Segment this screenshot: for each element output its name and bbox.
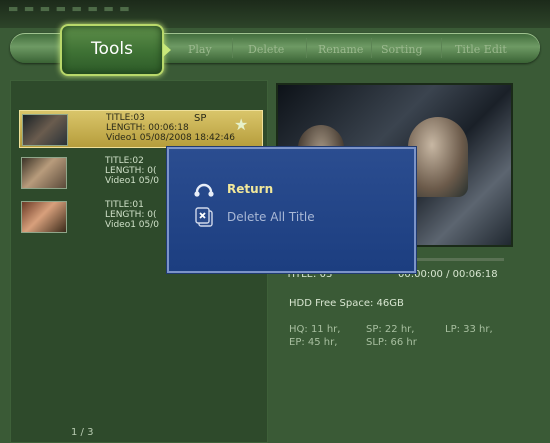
page-indicator: 1 / 3 [71,427,94,438]
list-item-source: Video1 05/08/2008 18:42:46 [106,133,235,143]
tab-tools[interactable]: Tools [60,24,171,76]
mode-hq: HQ: 11 hr, [289,324,341,335]
list-item-meta: TITLE:01 LENGTH: 0( Video1 05/0 [105,200,159,230]
menu-item-sorting[interactable]: Sorting [381,43,422,61]
list-item[interactable]: TITLE:03 LENGTH: 00:06:18 Video1 05/08/2… [19,110,263,148]
tab-tools-label: Tools [91,39,133,59]
star-icon: ★ [234,115,249,134]
tab-arrow-icon [163,43,171,57]
top-band-decoration: ▬ ▬ ▬ ▬ ▬ ▬ ▬ ▬ [8,2,131,15]
mode-lp: LP: 33 hr, [445,324,493,335]
options-dialog: Return Delete All Title [167,147,416,273]
dialog-item-delete-all[interactable]: Delete All Title [193,206,393,230]
mode-slp: SLP: 66 hr [366,337,417,348]
list-item-length: LENGTH: 0( [105,210,157,220]
list-item-source: Video1 05/0 [105,220,160,230]
dialog-item-label: Delete All Title [227,210,315,224]
preview-figure [408,117,468,197]
menu-item-title-edit[interactable]: Title Edit [455,43,507,61]
list-item-title: TITLE:01 [105,200,144,210]
menu-separator [232,38,233,58]
mode-ep: EP: 45 hr, [289,337,338,348]
menu-item-delete[interactable]: Delete [248,43,284,61]
hdd-free-space: HDD Free Space: 46GB [289,298,404,309]
list-item-source: Video1 05/0 [105,176,160,186]
list-item-title: TITLE:02 [105,156,144,166]
dialog-item-return[interactable]: Return [193,178,393,202]
menu-separator [371,38,372,58]
mode-sp: SP: 22 hr, [366,324,415,335]
thumbnail-image [22,114,68,146]
list-item-title: TITLE:03 [106,113,145,123]
dialog-item-label: Return [227,182,274,196]
list-item-meta: TITLE:02 LENGTH: 0( Video1 05/0 [105,156,159,186]
menu-separator [441,38,442,58]
menu-item-play[interactable]: Play [188,43,212,61]
list-item-length: LENGTH: 0( [105,166,157,176]
list-item-length: LENGTH: 00:06:18 [106,123,189,133]
return-icon [194,183,214,197]
list-item-mode: SP [194,113,207,124]
delete-all-icon [195,207,213,227]
list-item-meta: TITLE:03 LENGTH: 00:06:18 Video1 05/08/2… [106,113,235,143]
thumbnail-image [21,201,67,233]
menu-item-rename[interactable]: Rename [318,43,363,61]
menu-separator [306,38,307,58]
thumbnail-image [21,157,67,189]
